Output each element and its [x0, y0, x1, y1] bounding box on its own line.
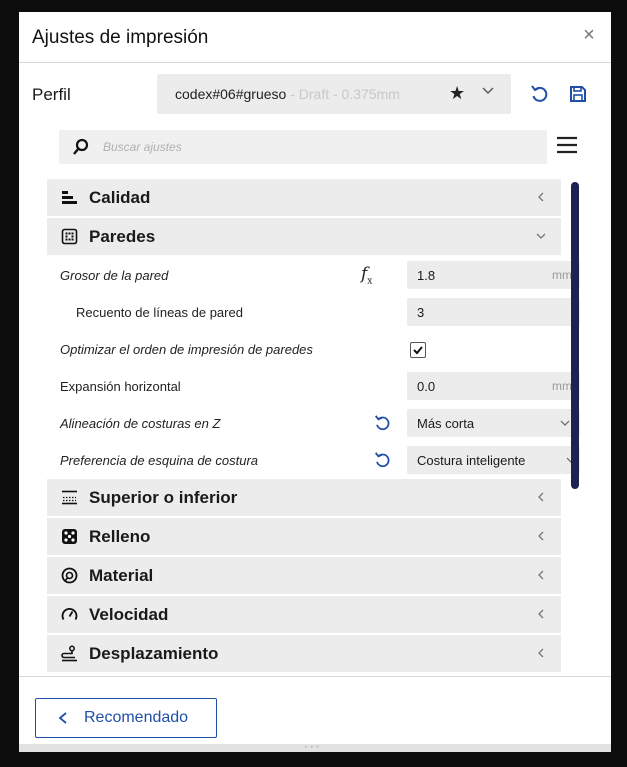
profile-name: codex#06#grueso - Draft - 0.375mm	[175, 86, 400, 102]
category-calidad[interactable]: Calidad	[47, 179, 561, 218]
profile-label: Perfil	[32, 85, 71, 104]
setting-label: Preferencia de esquina de costura	[60, 453, 259, 468]
footer-divider	[19, 676, 611, 677]
speed-icon	[61, 608, 78, 620]
category-label: Relleno	[89, 527, 151, 546]
setting-optimize-wall-order: Optimizar el orden de impresión de pared…	[47, 331, 561, 368]
material-icon	[61, 567, 78, 584]
title-bar: Ajustes de impresión ×	[19, 12, 611, 62]
star-icon[interactable]: ★	[449, 83, 465, 104]
setting-z-seam-alignment: Alineación de costuras en Z Más corta	[47, 405, 580, 442]
chevron-left-icon	[538, 648, 544, 658]
category-desplazamiento[interactable]: Desplazamiento	[47, 635, 561, 674]
infill-icon	[62, 529, 77, 544]
check-icon	[413, 346, 423, 355]
chevron-left-icon	[538, 531, 544, 541]
category-label: Superior o inferior	[89, 488, 238, 507]
category-paredes[interactable]: Paredes	[47, 218, 561, 257]
setting-horizontal-expansion: Expansión horizontal 0.0 mm	[47, 368, 580, 405]
category-label: Desplazamiento	[89, 644, 219, 663]
field-value: 3	[417, 305, 425, 320]
field-unit: mm	[552, 268, 572, 282]
category-velocidad[interactable]: Velocidad	[47, 596, 561, 635]
profile-name-text: codex#06#grueso	[175, 86, 287, 102]
formula-icon: fx	[361, 264, 373, 287]
reset-icon[interactable]	[373, 451, 391, 469]
category-label: Paredes	[89, 227, 156, 246]
setting-label: Grosor de la pared	[60, 268, 169, 283]
quality-icon	[62, 191, 77, 204]
chevron-down-icon	[560, 420, 570, 426]
recommended-label: Recomendado	[84, 709, 189, 726]
seam-corner-pref-select[interactable]: Costura inteligente	[407, 446, 580, 474]
field-value: Más corta	[417, 416, 475, 431]
dialog-title: Ajustes de impresión	[32, 27, 209, 48]
resize-handle[interactable]: • • •	[19, 744, 611, 752]
title-divider	[19, 62, 611, 63]
category-material[interactable]: Material	[47, 557, 561, 596]
grip-dots: • • •	[305, 745, 320, 751]
chevron-down-icon	[536, 233, 546, 239]
category-label: Velocidad	[89, 605, 169, 624]
category-label: Calidad	[89, 188, 151, 207]
chevron-left-icon	[538, 609, 544, 619]
chevron-left-icon	[538, 492, 544, 502]
profile-row: Perfil codex#06#grueso - Draft - 0.375mm…	[19, 74, 611, 116]
setting-label: Recuento de líneas de pared	[76, 305, 243, 320]
settings-scrollbar[interactable]	[571, 182, 579, 489]
setting-wall-line-count: Recuento de líneas de pared 3	[47, 294, 580, 331]
horizontal-expansion-input[interactable]: 0.0 mm	[407, 372, 580, 400]
walls-icon	[61, 228, 78, 245]
field-value: 0.0	[417, 379, 436, 394]
chevron-left-icon	[58, 712, 67, 724]
reset-icon[interactable]	[529, 84, 549, 104]
print-settings-panel: Ajustes de impresión × Perfil codex#06#g…	[19, 12, 611, 752]
setting-label: Expansión horizontal	[60, 379, 181, 394]
top-bottom-icon	[62, 490, 77, 505]
setting-wall-thickness: Grosor de la pared fx 1.8 mm	[47, 257, 580, 294]
wall-thickness-input[interactable]: 1.8 mm	[407, 261, 580, 289]
chevron-down-icon[interactable]	[481, 84, 495, 98]
setting-label: Alineación de costuras en Z	[60, 416, 221, 431]
category-relleno[interactable]: Relleno	[47, 518, 561, 557]
z-seam-alignment-select[interactable]: Más corta	[407, 409, 580, 437]
hamburger-menu-icon[interactable]	[555, 133, 579, 157]
profile-select[interactable]: codex#06#grueso - Draft - 0.375mm ★	[157, 74, 511, 114]
search-bar	[59, 130, 547, 164]
settings-list: Calidad Paredes Grosor de la pared fx 1.…	[47, 179, 580, 674]
chevron-left-icon	[538, 570, 544, 580]
save-icon[interactable]	[568, 84, 588, 104]
field-unit: mm	[552, 379, 572, 393]
optimize-wall-order-checkbox[interactable]	[410, 342, 426, 358]
category-label: Material	[89, 566, 154, 585]
setting-seam-corner-pref: Preferencia de esquina de costura Costur…	[47, 442, 580, 479]
setting-label: Optimizar el orden de impresión de pared…	[60, 342, 313, 357]
search-input[interactable]	[103, 130, 533, 164]
field-value: Costura inteligente	[417, 453, 526, 468]
chevron-left-icon	[538, 192, 544, 202]
reset-icon[interactable]	[373, 414, 391, 432]
profile-variant: - Draft - 0.375mm	[286, 86, 400, 102]
wall-line-count-input[interactable]: 3	[407, 298, 580, 326]
field-value: 1.8	[417, 268, 436, 283]
travel-icon	[61, 645, 77, 662]
search-icon	[73, 138, 89, 155]
recommended-button[interactable]: Recomendado	[35, 698, 217, 738]
close-icon[interactable]: ×	[579, 24, 599, 47]
category-superior-inferior[interactable]: Superior o inferior	[47, 479, 561, 518]
